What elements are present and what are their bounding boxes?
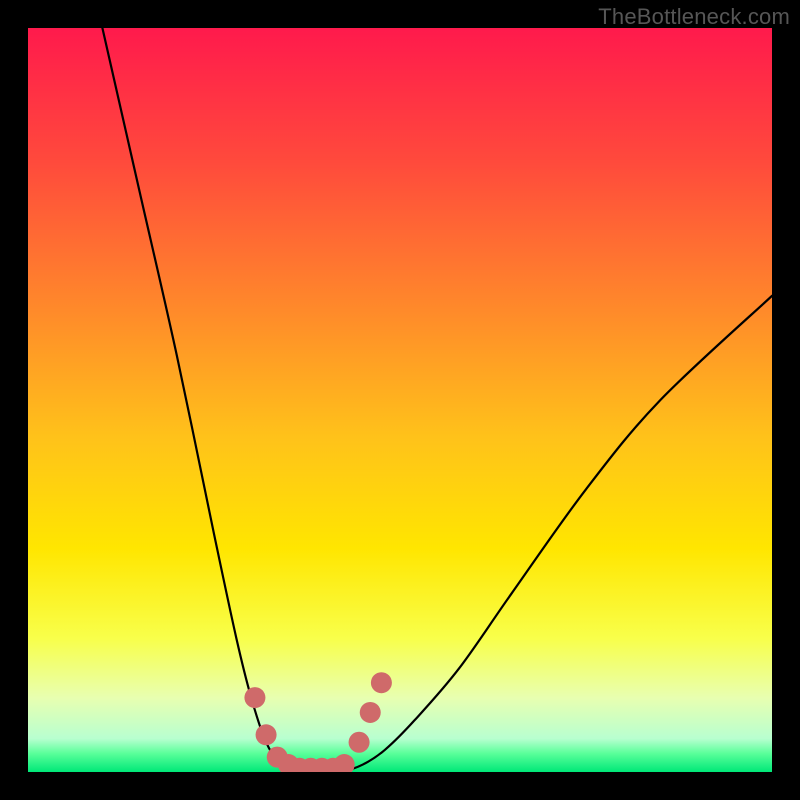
chart-svg <box>28 28 772 772</box>
plot-area <box>28 28 772 772</box>
marker-dot <box>256 724 277 745</box>
watermark-text: TheBottleneck.com <box>598 4 790 30</box>
marker-dot <box>349 732 370 753</box>
marker-dot <box>371 672 392 693</box>
marker-dot <box>360 702 381 723</box>
marker-dot <box>244 687 265 708</box>
outer-frame: TheBottleneck.com <box>0 0 800 800</box>
